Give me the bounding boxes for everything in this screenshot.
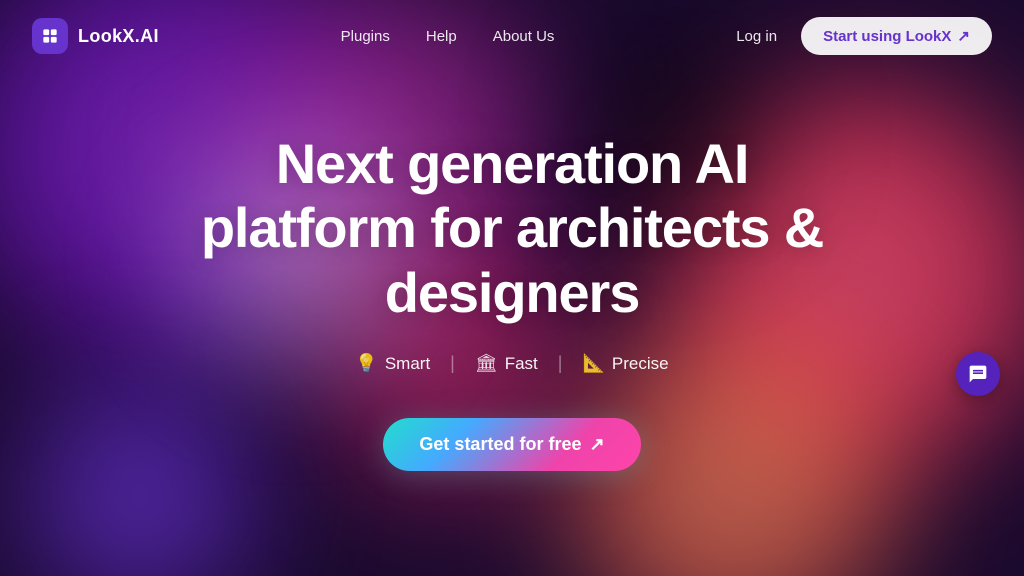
get-started-arrow: ↗ [589, 434, 604, 455]
get-started-label: Get started for free [419, 434, 581, 455]
logo-svg [40, 26, 60, 46]
nav-logo[interactable]: LookX.AI [32, 18, 159, 54]
nav-link-plugins[interactable]: Plugins [341, 28, 390, 45]
feature-fast-label: Fast [505, 354, 538, 374]
nav-right: Log in Start using LookX ↗ [736, 17, 992, 55]
logo-text: LookX.AI [78, 26, 159, 47]
feature-smart-label: Smart [385, 354, 430, 374]
hero-features: 💡 Smart | 🏛 Fast | 📐 Precise [355, 353, 668, 374]
hero-section: Next generation AI platform for architec… [0, 72, 1024, 471]
smart-icon: 💡 [355, 353, 377, 374]
navbar: LookX.AI Plugins Help About Us Log in St… [0, 0, 1024, 72]
divider-2: | [558, 353, 563, 374]
nav-link-help[interactable]: Help [426, 28, 457, 45]
logo-icon [32, 18, 68, 54]
feature-smart: 💡 Smart [355, 353, 430, 374]
nav-login-button[interactable]: Log in [736, 28, 777, 45]
divider-1: | [450, 353, 455, 374]
chat-bubble-button[interactable] [956, 352, 1000, 396]
precise-icon: 📐 [582, 353, 604, 374]
feature-precise: 📐 Precise [582, 353, 668, 374]
nav-link-about[interactable]: About Us [493, 28, 555, 45]
start-cta-button[interactable]: Start using LookX ↗ [801, 17, 992, 55]
feature-fast: 🏛 Fast [475, 353, 538, 374]
feature-precise-label: Precise [612, 354, 669, 374]
start-cta-label: Start using LookX [823, 28, 951, 45]
get-started-button[interactable]: Get started for free ↗ [383, 418, 640, 471]
hero-title: Next generation AI platform for architec… [162, 132, 862, 325]
chat-bubble-icon [968, 364, 988, 384]
nav-links: Plugins Help About Us [341, 28, 555, 45]
fast-icon: 🏛 [475, 353, 498, 374]
start-cta-arrow: ↗ [957, 27, 970, 45]
